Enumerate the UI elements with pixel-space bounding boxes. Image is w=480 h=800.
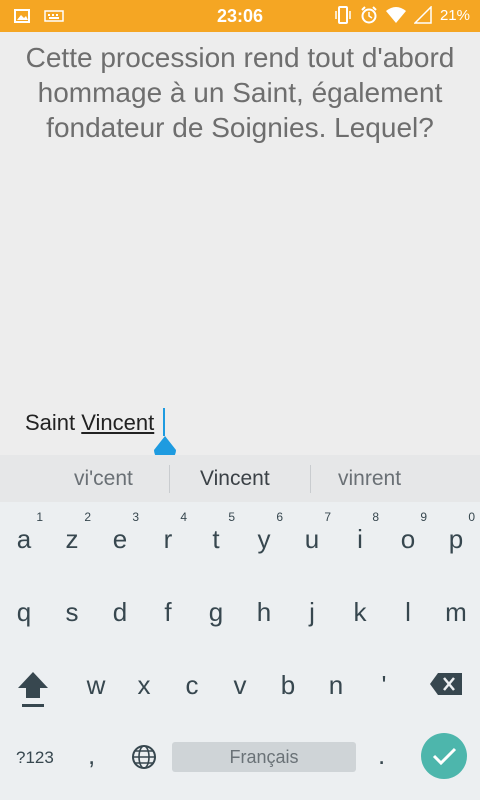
suggestion-divider [169,465,170,493]
comma-key[interactable]: , [88,740,95,771]
key-x[interactable]: x [120,648,168,720]
key-r[interactable]: 4r [144,502,192,574]
key-f[interactable]: f [144,575,192,647]
signal-icon [413,6,432,24]
key-label: b [280,670,296,700]
battery-percent: 21% [439,6,470,24]
key-hint: 6 [276,510,283,524]
wifi-icon [385,7,406,23]
key-hint: 0 [468,510,475,524]
key-y[interactable]: 6y [240,502,288,574]
enter-key[interactable] [421,733,467,779]
key-label: t [212,524,220,554]
keyboard: 1a2z3e4r5t6y7u8i9o0p qsdfghjklm w x c v b n ' … [0,502,480,800]
key-label: c [185,670,199,700]
key-l[interactable]: l [384,575,432,647]
key-h[interactable]: h [240,575,288,647]
key-label: u [304,524,320,554]
key-label: r [163,524,173,554]
answer-prefix: Saint [25,410,82,435]
suggestion-divider [310,465,311,493]
key-e[interactable]: 3e [96,502,144,574]
key-g[interactable]: g [192,575,240,647]
status-bar: 23:06 21% [0,0,480,32]
key-label: n [328,670,344,700]
key-hint: 3 [132,510,139,524]
key-j[interactable]: j [288,575,336,647]
period-key[interactable]: . [378,740,385,771]
key-label: j [309,597,315,627]
key-label: d [112,597,128,627]
symbols-key[interactable]: ?123 [16,748,54,768]
suggestion-center[interactable]: Vincent [200,467,270,491]
key-label: v [233,670,247,700]
key-k[interactable]: k [336,575,384,647]
key-apostrophe[interactable]: ' [360,648,408,720]
key-a[interactable]: 1a [0,502,48,574]
key-hint: 7 [324,510,331,524]
key-q[interactable]: q [0,575,48,647]
key-hint: 5 [228,510,235,524]
key-label: f [164,597,172,627]
key-label: o [400,524,416,554]
key-i[interactable]: 8i [336,502,384,574]
key-label: z [65,524,79,554]
key-t[interactable]: 5t [192,502,240,574]
text-cursor [163,408,165,436]
key-label: y [257,524,271,554]
suggestion-left[interactable]: vi'cent [74,467,133,491]
key-label: s [65,597,79,627]
answer-input[interactable]: Saint Vincent [25,410,154,436]
key-w[interactable]: w [72,648,120,720]
key-label: e [112,524,128,554]
key-p[interactable]: 0p [432,502,480,574]
checkmark-icon [432,747,457,766]
space-key[interactable]: Français [172,742,356,772]
answer-composing-word: Vincent [81,410,155,435]
key-label: h [256,597,272,627]
key-n[interactable]: n [312,648,360,720]
status-right-icons: 21% [334,6,470,24]
vibrate-icon [335,6,351,24]
key-hint: 2 [84,510,91,524]
key-u[interactable]: 7u [288,502,336,574]
key-label: ' [381,670,387,700]
key-label: i [357,524,363,554]
key-label: w [86,670,106,700]
key-hint: 9 [420,510,427,524]
key-v[interactable]: v [216,648,264,720]
key-c[interactable]: c [168,648,216,720]
key-d[interactable]: d [96,575,144,647]
key-b[interactable]: b [264,648,312,720]
key-label: a [16,524,32,554]
key-hint: 4 [180,510,187,524]
key-hint: 8 [372,510,379,524]
question-text: Cette procession rend tout d'abord homma… [25,42,455,143]
alarm-icon [361,6,377,24]
key-label: g [208,597,224,627]
key-label: q [16,597,32,627]
key-hint: 1 [36,510,43,524]
shift-icon[interactable] [16,670,50,710]
key-label: p [448,524,464,554]
key-z[interactable]: 2z [48,502,96,574]
key-label: k [353,597,367,627]
key-label: l [405,597,411,627]
suggestion-right[interactable]: vinrent [338,467,401,491]
globe-icon[interactable] [131,744,157,770]
key-o[interactable]: 9o [384,502,432,574]
key-label: m [445,597,467,627]
key-label: x [137,670,151,700]
backspace-icon[interactable] [430,673,462,695]
key-s[interactable]: s [48,575,96,647]
key-m[interactable]: m [432,575,480,647]
